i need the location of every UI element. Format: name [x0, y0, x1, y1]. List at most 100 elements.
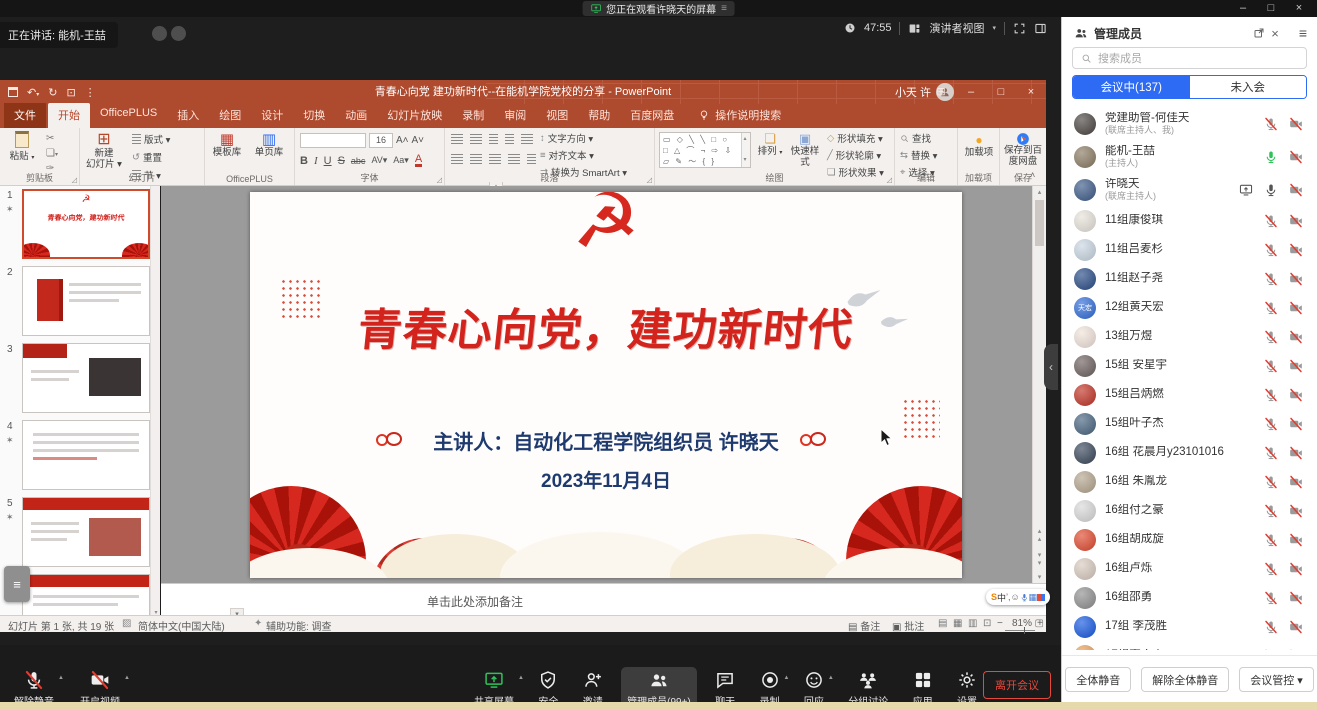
comments-toggle[interactable]: ▣ 批注	[892, 618, 924, 633]
unmute-all-button[interactable]: 解除全体静音	[1141, 667, 1229, 692]
panel-menu-icon[interactable]: ≡	[1299, 25, 1307, 41]
camera-off-icon[interactable]	[1289, 243, 1303, 257]
ppt-close-button[interactable]: ×	[1016, 80, 1046, 104]
slide-canvas[interactable]: ☭ 青春心向党，建功新时代 主讲人：自动化工程学院组织员 许晓天 2023年11…	[250, 192, 962, 578]
mic-off-icon[interactable]	[1264, 475, 1278, 489]
undo-icon[interactable]: ↶▾	[27, 86, 39, 99]
shape-gallery[interactable]: ▭ ◇ ╲ ╲ □ ○□ △ ⌒ ¬ ⇨ ⇩▱ ✎ 〜 { } ▴▾	[659, 132, 751, 168]
align-center-icon[interactable]	[470, 154, 482, 164]
shape-fill-button[interactable]: ◇形状填充 ▾	[827, 131, 884, 145]
chevron-up-icon[interactable]: ▲	[784, 675, 790, 681]
member-row[interactable]: 许晓天(联席主持人)	[1062, 173, 1317, 206]
thumbnail-image[interactable]	[22, 497, 150, 567]
mic-off-icon[interactable]	[1264, 504, 1278, 518]
member-row[interactable]: 15组叶子杰	[1062, 409, 1317, 438]
thumbnail-image[interactable]	[22, 266, 150, 336]
scroll-down-icon[interactable]: ▾	[1033, 573, 1046, 581]
ppt-minimize-button[interactable]: –	[956, 80, 986, 104]
camera-off-icon[interactable]	[1289, 475, 1303, 489]
line-spacing-icon[interactable]	[521, 134, 533, 144]
dialog-launcher-icon[interactable]: ◿	[647, 176, 652, 184]
mic-off-icon[interactable]	[1264, 330, 1278, 344]
camera-off-icon[interactable]	[1289, 272, 1303, 286]
ribbon-tab-6[interactable]: 设计	[251, 103, 293, 128]
tell-me-search[interactable]: 操作说明搜索	[698, 107, 781, 128]
side-panel-icon[interactable]	[1034, 22, 1047, 35]
slideshow-view-icon[interactable]: ⊡	[983, 618, 991, 629]
camera-off-icon[interactable]	[1289, 649, 1303, 651]
shape-outline-button[interactable]: ╱形状轮廓 ▾	[827, 148, 884, 162]
ghost-button[interactable]	[171, 26, 186, 41]
save-icon[interactable]	[8, 87, 18, 97]
member-row[interactable]: 11组康俊琪	[1062, 206, 1317, 235]
meeting-control-button[interactable]: 会议管控 ▾	[1239, 667, 1314, 692]
slide-thumbnail-1[interactable]: 1✶☭青春心向党，建功新时代	[0, 186, 159, 263]
watching-banner[interactable]: 您正在观看许晓天的屏幕 ≡	[582, 1, 735, 16]
shrink-font-icon[interactable]: A˅	[412, 135, 425, 146]
ribbon-tab-13[interactable]: 帮助	[578, 103, 620, 128]
replace-button[interactable]: ⇆替换 ▾	[900, 148, 937, 162]
slide-thumbnail-2[interactable]: 2	[0, 263, 159, 340]
decrease-indent-icon[interactable]	[489, 134, 498, 144]
camera-off-icon[interactable]	[1289, 417, 1303, 431]
view-mode-select[interactable]: 演讲者视图	[929, 20, 984, 36]
reading-view-icon[interactable]: ▥	[968, 618, 977, 629]
mic-off-icon[interactable]	[1264, 359, 1278, 373]
camera-off-icon[interactable]	[1289, 183, 1303, 197]
member-row[interactable]: 16组胡成旋	[1062, 525, 1317, 554]
ribbon-tab-1[interactable]: 文件	[4, 103, 46, 128]
chevron-up-icon[interactable]: ▲	[124, 675, 130, 681]
thumbnail-image[interactable]	[22, 574, 150, 618]
member-row[interactable]: 15组吕炳燃	[1062, 380, 1317, 409]
arrange-button[interactable]: ❏ 排列 ▾	[755, 132, 785, 158]
member-row[interactable]: 党建助管-何佳天(联席主持人、我)	[1062, 107, 1317, 140]
save-to-baidu-button[interactable]: 保存到百度网盘	[1003, 132, 1043, 168]
mic-off-icon[interactable]	[1264, 272, 1278, 286]
member-row[interactable]: 16组 花晨月y23101016	[1062, 438, 1317, 467]
slide-sorter-icon[interactable]: ▦	[953, 618, 962, 629]
copy-icon[interactable]: ❏▾	[46, 148, 58, 159]
mic-on-icon[interactable]	[1264, 150, 1278, 164]
banner-menu-icon[interactable]: ≡	[721, 3, 727, 14]
chevron-up-icon[interactable]: ▲	[518, 675, 524, 681]
floating-dock-widget[interactable]: ≡	[4, 566, 30, 602]
clear-format-icon[interactable]: abc	[351, 156, 366, 166]
qat-customize-icon[interactable]: ⋮	[85, 86, 96, 99]
slide-thumbnail-3[interactable]: 3	[0, 340, 159, 417]
mic-off-icon[interactable]	[1264, 417, 1278, 431]
increase-indent-icon[interactable]	[505, 134, 514, 144]
ribbon-tab-14[interactable]: 百度网盘	[620, 103, 684, 128]
camera-off-icon[interactable]	[1289, 214, 1303, 228]
member-row[interactable]: 17组 李茂胜	[1062, 612, 1317, 641]
mic-off-icon[interactable]	[1264, 562, 1278, 576]
scroll-up-icon[interactable]: ▴	[1033, 188, 1046, 196]
ribbon-tab-3[interactable]: OfficePLUS	[90, 103, 167, 128]
font-size-select[interactable]: 16	[369, 133, 393, 148]
dialog-launcher-icon[interactable]: ◿	[887, 176, 892, 184]
mic-off-icon[interactable]	[1264, 388, 1278, 402]
ribbon-tab-8[interactable]: 动画	[335, 103, 377, 128]
text-direction-button[interactable]: ↕文字方向 ▾	[540, 131, 627, 145]
thumbnail-image[interactable]	[22, 420, 150, 490]
template-library-button[interactable]: ▦ 模板库	[207, 131, 247, 159]
minimize-button[interactable]: –	[1229, 0, 1257, 17]
change-case-icon[interactable]: Aa▾	[393, 155, 409, 166]
camera-off-icon[interactable]	[1289, 620, 1303, 634]
camera-off-icon[interactable]	[1289, 330, 1303, 344]
align-text-button[interactable]: ≡对齐文本 ▾	[540, 148, 627, 162]
member-row[interactable]: 15组 安星宇	[1062, 351, 1317, 380]
new-slide-button[interactable]: ⊞ 新建幻灯片 ▾	[84, 131, 124, 171]
fit-slide-icon[interactable]: ▢	[1035, 618, 1044, 629]
find-button[interactable]: 查找	[900, 131, 937, 145]
close-panel-icon[interactable]: ×	[1271, 26, 1279, 41]
member-row[interactable]: 11组赵子尧	[1062, 264, 1317, 293]
collapse-sidebar-handle[interactable]: ‹	[1044, 344, 1058, 390]
notes-pane[interactable]: 单击此处添加备注 ▾	[161, 583, 1046, 615]
chevron-up-icon[interactable]: ▲	[828, 675, 834, 681]
mic-off-icon[interactable]	[1264, 214, 1278, 228]
camera-off-icon[interactable]	[1289, 359, 1303, 373]
ribbon-tab-10[interactable]: 录制	[452, 103, 494, 128]
language-status[interactable]: 简体中文(中国大陆)	[138, 618, 225, 633]
ime-mic-icon[interactable]	[1020, 593, 1029, 602]
ime-mode-icon[interactable]: 中	[997, 591, 1006, 604]
